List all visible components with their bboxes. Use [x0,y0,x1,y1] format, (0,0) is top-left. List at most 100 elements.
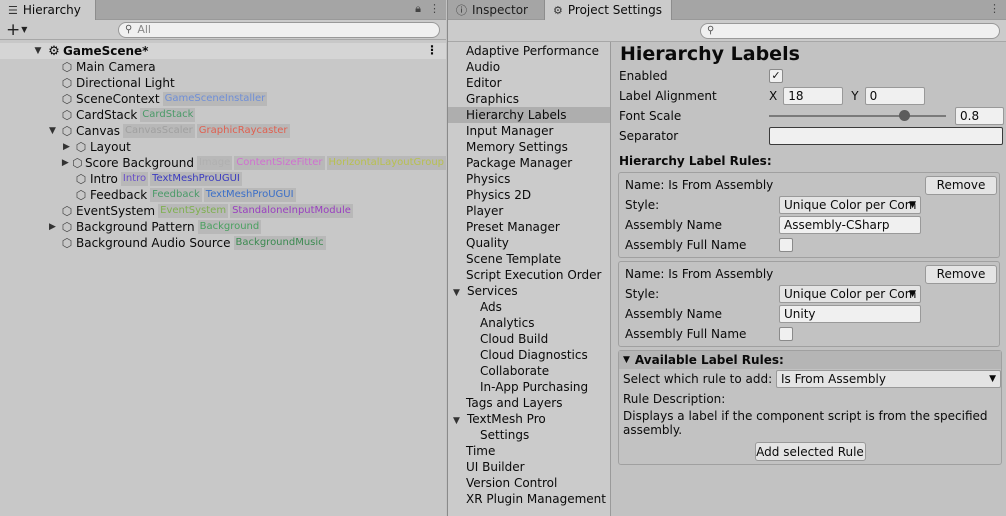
hierarchy-row[interactable]: ⬡ Directional Light [0,75,446,91]
hierarchy-row[interactable]: ▼ ⬡ Canvas CanvasScaler GraphicRaycaster [0,123,446,139]
settings-item[interactable]: Physics [448,171,610,187]
tab-project-settings[interactable]: ⚙ Project Settings [544,0,672,20]
settings-item-label: Services [467,284,518,298]
fold-closed-icon[interactable]: ▶ [46,222,59,232]
fold-closed-icon[interactable]: ▶ [60,142,73,152]
hierarchy-row[interactable]: ⬡ Background Audio Source BackgroundMusic [0,235,446,251]
settings-item[interactable]: XR Plugin Management [448,491,610,507]
rule-style-dropdown[interactable]: Unique Color per Com ▼ [779,285,921,303]
hierarchy-row[interactable]: ⬡ CardStack CardStack [0,107,446,123]
settings-item[interactable]: Cloud Diagnostics [448,347,610,363]
fold-open-icon[interactable]: ▼ [46,126,59,136]
settings-item[interactable]: Memory Settings [448,139,610,155]
gameobject-cube-icon: ⬡ [61,236,73,250]
gameobject-name: CardStack [76,108,138,122]
gameobject-cube-icon: ⬡ [72,156,83,170]
hierarchy-row[interactable]: ▶ ⬡ Background Pattern Background [0,219,446,235]
settings-item[interactable]: ▼ Services [448,283,610,299]
settings-item-label: TextMesh Pro [467,412,546,426]
separator-field[interactable] [768,127,1003,145]
rule-style-row: Style: Unique Color per Com ▼ [625,284,999,304]
gameobject-cube-icon: ⬡ [61,220,73,234]
hierarchy-row[interactable]: ▶ ⬡ Layout [0,139,446,155]
gameobject-name: EventSystem [76,204,156,218]
settings-item[interactable]: Graphics [448,91,610,107]
rule-box: Name: Is From Assembly Remove Style: Unique… [618,172,1000,258]
rule-style-row: Style: Unique Color per Com ▼ [625,195,999,215]
settings-item[interactable]: Audio [448,59,610,75]
settings-item[interactable]: Player [448,203,610,219]
lock-icon[interactable]: 🔒︎ [415,2,421,16]
tab-hierarchy[interactable]: ☰ Hierarchy [0,0,96,20]
settings-item[interactable]: Hierarchy Labels [448,107,610,123]
settings-item-label: Scene Template [466,252,562,266]
rule-select-dropdown[interactable]: Is From Assembly ▼ [776,370,1001,388]
remove-rule-button[interactable]: Remove [925,264,997,284]
scene-row[interactable]: ▼ ⚙ GameScene* ⋮ [0,43,446,59]
settings-item[interactable]: UI Builder [448,459,610,475]
settings-item[interactable]: Preset Manager [448,219,610,235]
fold-closed-icon[interactable]: ▶ [60,158,71,168]
settings-item-label: Script Execution Order [466,268,602,282]
settings-item[interactable]: Physics 2D [448,187,610,203]
font-scale-slider-knob[interactable] [899,110,910,121]
hierarchy-row[interactable]: ▶ ⬡ Score Background Image ContentSizeFitter… [0,155,446,171]
rule-assembly-field[interactable]: Assembly-CSharp [779,216,921,234]
chevron-down-icon: ▼ [989,374,996,384]
settings-item[interactable]: Collaborate [448,363,610,379]
tab-project-settings-label: Project Settings [567,3,662,17]
settings-item[interactable]: Quality [448,235,610,251]
y-field[interactable]: 0 [864,87,925,105]
settings-item-label: Graphics [466,92,519,106]
font-scale-row: Font Scale 0.8 [616,106,1004,126]
settings-item[interactable]: Time [448,443,610,459]
window-menu-icon[interactable]: ⋮ [429,2,440,16]
settings-item[interactable]: In-App Purchasing [448,379,610,395]
settings-search[interactable]: ⚲ [700,22,1000,39]
fold-open-icon[interactable]: ▼ [31,46,45,56]
settings-item[interactable]: Tags and Layers [448,395,610,411]
hierarchy-search[interactable]: ⚲ All [118,21,440,38]
hierarchy-row[interactable]: ⬡ Main Camera [0,59,446,75]
settings-item[interactable]: Analytics [448,315,610,331]
font-scale-field[interactable]: 0.8 [955,107,1004,125]
hierarchy-row[interactable]: ⬡ Feedback Feedback TextMeshProUGUI [0,187,446,203]
tab-inspector[interactable]: ⓘ Inspector [448,0,544,20]
settings-item[interactable]: Settings [448,427,610,443]
available-rules-header[interactable]: ▼ Available Label Rules: [619,351,1001,369]
settings-category-list: Adaptive Performance Audio Editor Graphics H… [448,42,611,516]
add-selected-rule-button[interactable]: Add selected Rule [754,442,866,461]
settings-item[interactable]: ▼ TextMesh Pro [448,411,610,427]
fold-open-icon[interactable]: ▼ [453,413,467,429]
enabled-checkbox[interactable]: ✓ [769,69,783,83]
x-field[interactable]: 18 [783,87,844,105]
settings-item[interactable]: Script Execution Order [448,267,610,283]
settings-item[interactable]: Input Manager [448,123,610,139]
settings-item[interactable]: Ads [448,299,610,315]
settings-item[interactable]: Cloud Build [448,331,610,347]
hierarchy-row[interactable]: ⬡ Intro Intro TextMeshProUGUI [0,171,446,187]
rule-style-dropdown[interactable]: Unique Color per Com ▼ [779,196,921,214]
rule-fullname-checkbox[interactable] [779,238,793,252]
fold-open-icon[interactable]: ▼ [453,285,467,301]
rule-fullname-checkbox[interactable] [779,327,793,341]
rule-assembly-field[interactable]: Unity [779,305,921,323]
settings-item-label: XR Plugin Management [466,492,606,506]
add-rule-row: Add selected Rule [619,442,1001,461]
rules-list: Name: Is From Assembly Remove Style: Unique… [616,172,1003,347]
settings-item[interactable]: Version Control [448,475,610,491]
gameobject-cube-icon: ⬡ [61,124,73,138]
settings-item[interactable]: Scene Template [448,251,610,267]
scene-menu-icon[interactable]: ⋮ [426,43,438,57]
settings-item[interactable]: Editor [448,75,610,91]
hierarchy-row[interactable]: ⬡ EventSystem EventSystem StandaloneInputMo… [0,203,446,219]
rule-fullname-row: Assembly Full Name [625,324,999,344]
font-scale-slider[interactable] [769,115,946,117]
hierarchy-row[interactable]: ⬡ SceneContext GameSceneInstaller [0,91,446,107]
create-button[interactable]: + ▼ [6,21,34,39]
settings-item[interactable]: Package Manager [448,155,610,171]
remove-rule-button[interactable]: Remove [925,175,997,195]
settings-item-label: Cloud Build [480,332,549,346]
window-menu-icon[interactable]: ⋮ [989,2,1000,15]
settings-item[interactable]: Adaptive Performance [448,43,610,59]
